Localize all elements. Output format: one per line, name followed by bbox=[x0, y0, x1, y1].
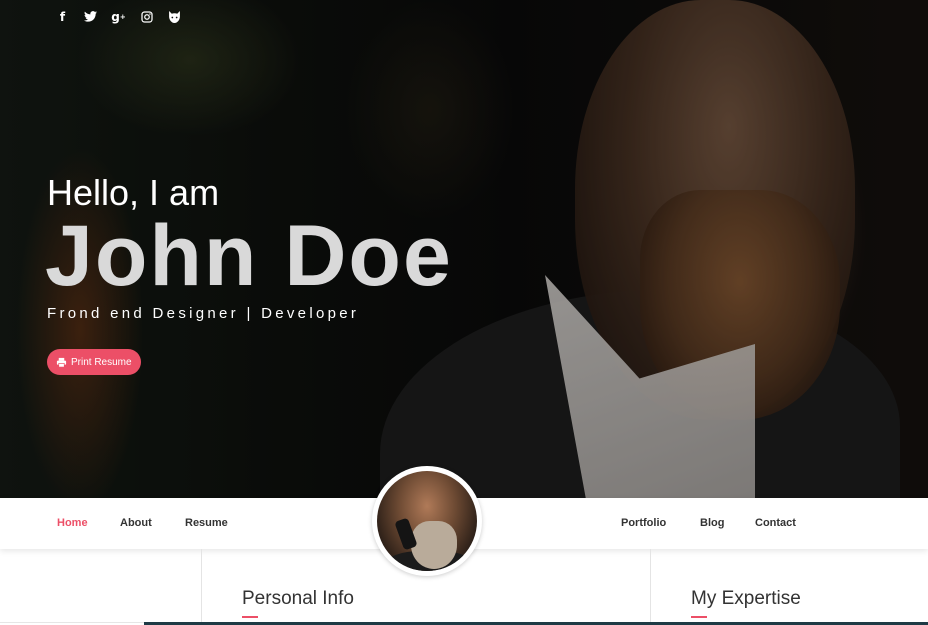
hero-section: f g + Hello, I am John Doe Frond end Desi… bbox=[0, 0, 928, 498]
bottom-divider bbox=[0, 622, 144, 623]
facebook-icon[interactable]: f bbox=[55, 8, 70, 25]
my-expertise-heading: My Expertise bbox=[691, 588, 801, 609]
personal-info-underline bbox=[242, 616, 258, 618]
hero-tagline: Frond end Designer | Developer bbox=[47, 305, 360, 322]
print-resume-button[interactable]: Print Resume bbox=[47, 349, 141, 375]
twitter-icon[interactable] bbox=[83, 8, 98, 25]
nav-resume[interactable]: Resume bbox=[185, 517, 228, 529]
instagram-icon[interactable] bbox=[139, 8, 154, 25]
printer-icon bbox=[56, 357, 67, 367]
my-expertise-underline bbox=[691, 616, 707, 618]
column-divider-left bbox=[201, 549, 202, 625]
nav-about[interactable]: About bbox=[120, 517, 152, 529]
nav-home[interactable]: Home bbox=[57, 517, 88, 529]
google-plus-icon[interactable]: g + bbox=[111, 8, 126, 25]
nav-portfolio[interactable]: Portfolio bbox=[621, 517, 666, 529]
column-divider-right bbox=[650, 549, 651, 625]
nav-contact[interactable]: Contact bbox=[755, 517, 796, 529]
social-links: f g + bbox=[55, 8, 182, 25]
avatar bbox=[372, 466, 482, 576]
github-icon[interactable] bbox=[167, 8, 182, 25]
personal-info-heading: Personal Info bbox=[242, 588, 354, 609]
print-resume-label: Print Resume bbox=[71, 356, 132, 368]
avatar-photo bbox=[377, 471, 477, 571]
hero-name: John Doe bbox=[45, 208, 453, 304]
nav-blog[interactable]: Blog bbox=[700, 517, 724, 529]
